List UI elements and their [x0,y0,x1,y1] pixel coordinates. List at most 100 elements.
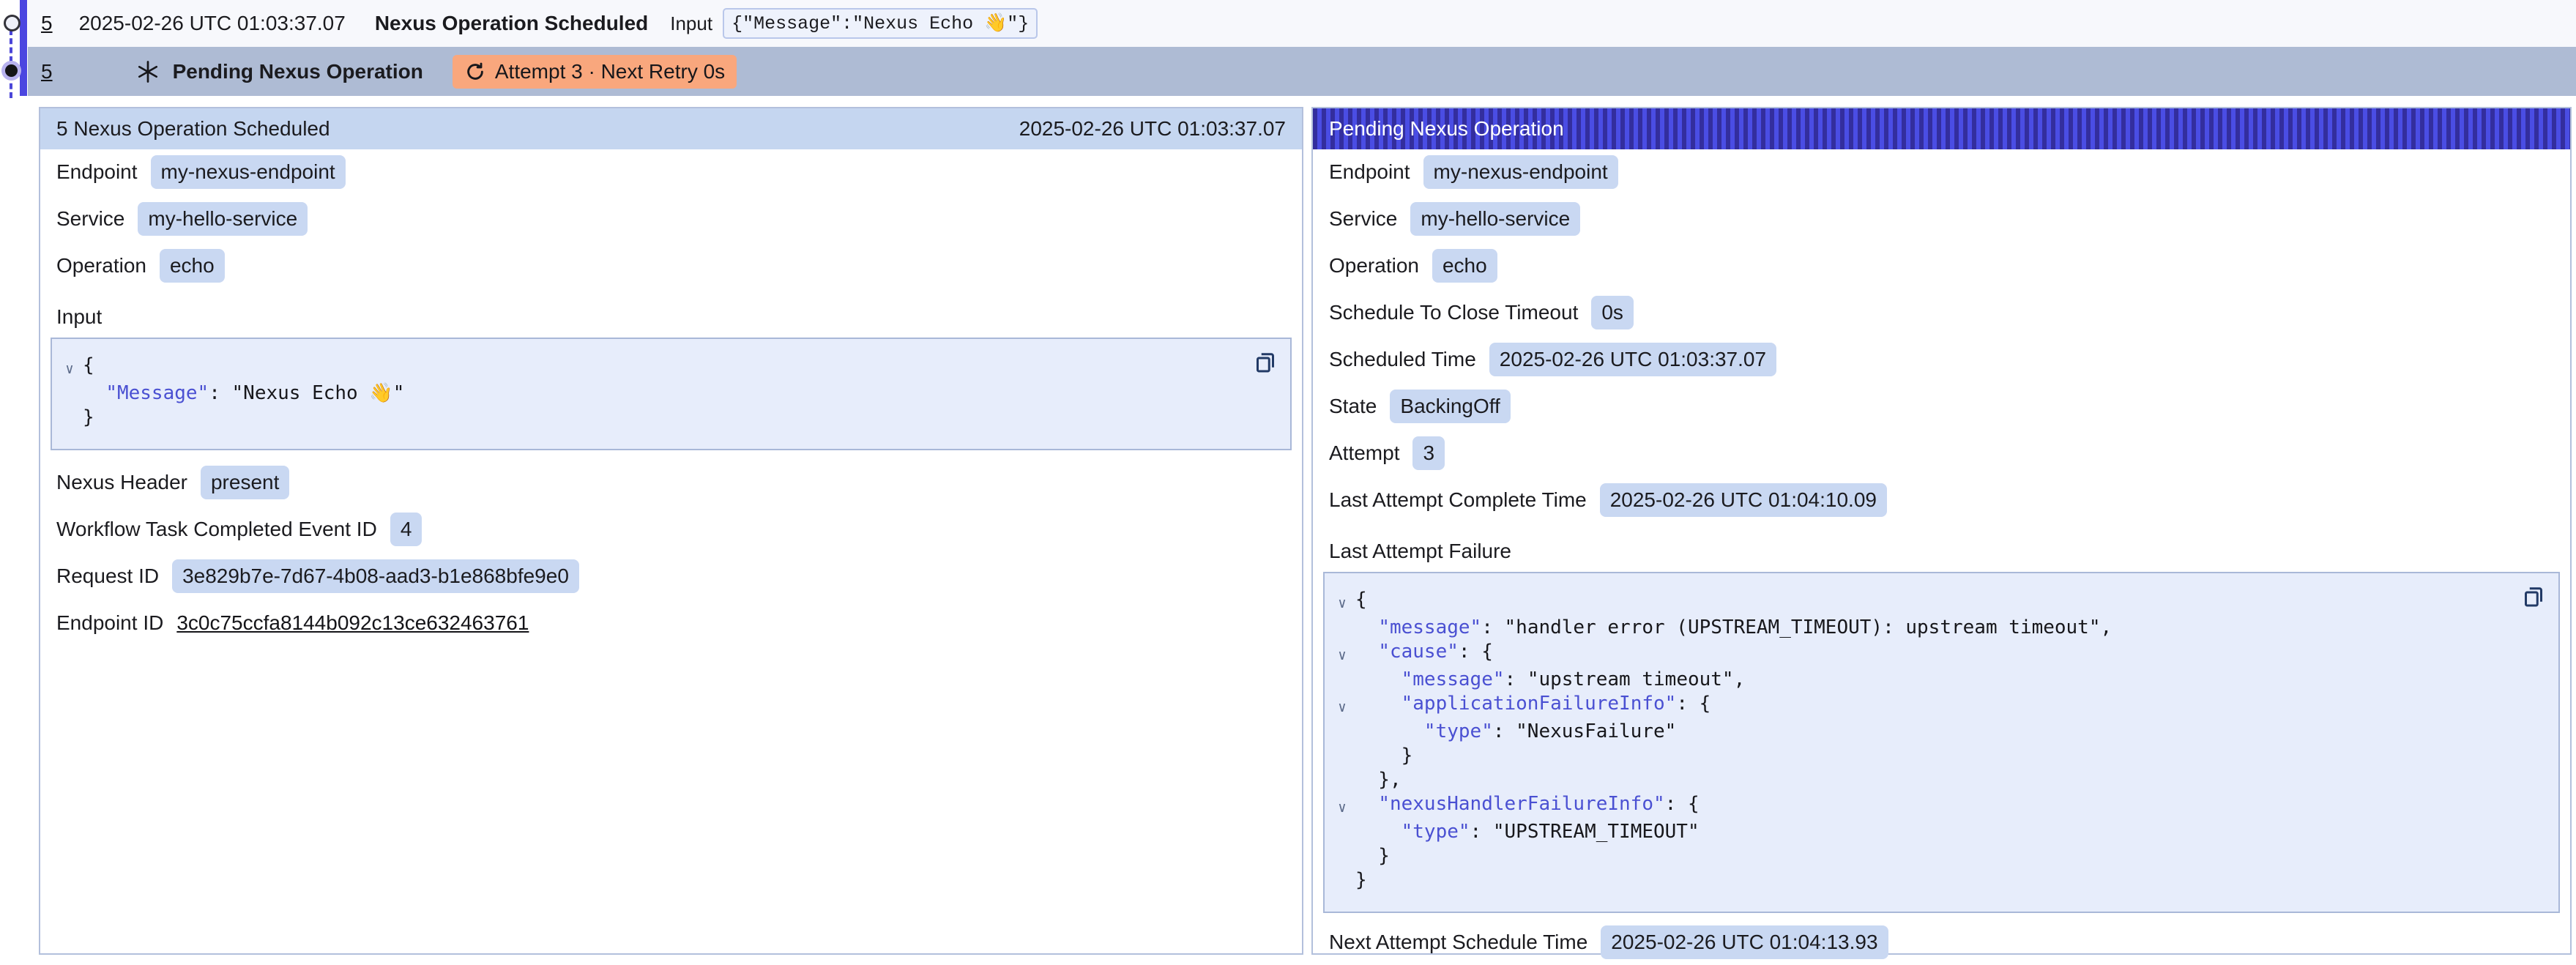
field-row: Service my-hello-service [51,201,1292,236]
pending-asterisk-icon [135,59,161,85]
json-line: } [1329,844,2544,868]
next-attempt-value-badge: 2025-02-26 UTC 01:04:13.93 [1601,925,1888,959]
collapse-chevron-icon[interactable]: ∨ [1329,640,1355,668]
json-key: "applicationFailureInfo" [1401,692,1677,720]
field-value-badge: 2025-02-26 UTC 01:03:37.07 [1489,343,1776,376]
json-key: "message" [1401,668,1505,692]
event-input-chip: {"Message":"Nexus Echo 👋"} [723,8,1038,39]
event-row-pending[interactable]: 5 Pending Nexus Operation Attempt 3 · Ne… [28,47,2576,96]
field-row: Attempt 3 [1323,436,2560,471]
json-line: ∨ "nexusHandlerFailureInfo" : { [1329,792,2544,820]
json-line: ∨ "applicationFailureInfo" : { [1329,692,2544,720]
field-label: Attempt [1329,441,1399,465]
pending-operation-panel: Pending Nexus Operation Endpoint my-nexu… [1311,107,2572,955]
failure-section-label-row: Last Attempt Failure [1323,537,2560,566]
endpoint-id-link[interactable]: 3c0c75ccfa8144b092c13ce632463761 [176,611,529,635]
field-label: Scheduled Time [1329,348,1476,371]
json-value: : { [1665,792,1700,820]
scheduled-panel-header: 5 Nexus Operation Scheduled 2025-02-26 U… [40,108,1302,149]
timeline-node-current-icon [5,64,18,77]
field-row: Workflow Task Completed Event ID 4 [51,512,1292,547]
json-key: "nexusHandlerFailureInfo" [1378,792,1664,820]
next-attempt-label: Next Attempt Schedule Time [1329,931,1587,954]
event-id-link[interactable]: 5 [41,60,53,83]
json-line: }, [1329,768,2544,792]
json-line: } [56,406,1276,430]
field-value-badge: 3e829b7e-7d67-4b08-aad3-b1e868bfe9e0 [172,559,579,593]
collapse-chevron-icon[interactable]: ∨ [56,354,83,381]
field-row: Nexus Header present [51,465,1292,500]
field-value-badge: echo [160,249,225,283]
json-line: ∨ { [1329,588,2544,616]
field-label: Endpoint [1329,160,1410,184]
collapse-chevron-icon[interactable] [1329,744,1355,768]
field-row: Operation echo [1323,248,2560,283]
field-value-badge: 2025-02-26 UTC 01:04:10.09 [1600,483,1887,517]
field-label: Nexus Header [56,471,187,494]
collapse-chevron-icon[interactable] [1329,868,1355,893]
field-value-badge: echo [1432,249,1497,283]
collapse-chevron-icon[interactable] [1329,616,1355,640]
json-line: ∨ "cause" : { [1329,640,2544,668]
collapse-chevron-icon[interactable] [56,381,83,406]
json-line: "Message" : "Nexus Echo 👋" [56,381,1276,406]
field-value-badge: 3 [1412,436,1445,470]
input-section-label-row: Input [51,302,1292,332]
json-line: ∨ { [56,354,1276,381]
field-row: Service my-hello-service [1323,201,2560,236]
json-key: "message" [1378,616,1481,640]
collapse-chevron-icon[interactable] [56,406,83,430]
field-label: Operation [1329,254,1419,277]
json-value: : "Nexus Echo 👋" [209,381,404,406]
collapse-chevron-icon[interactable] [1329,720,1355,744]
collapse-chevron-icon[interactable] [1329,844,1355,868]
event-row-scheduled[interactable]: 5 2025-02-26 UTC 01:03:37.07 Nexus Opera… [28,0,2576,47]
event-timestamp: 2025-02-26 UTC 01:03:37.07 [79,12,346,35]
field-label: Service [1329,207,1397,231]
json-key: "Message" [105,381,209,406]
retry-status-badge: Attempt 3 · Next Retry 0s [453,55,737,89]
collapse-chevron-icon[interactable]: ∨ [1329,692,1355,720]
collapse-chevron-icon[interactable] [1329,668,1355,692]
event-title: Nexus Operation Scheduled [375,12,648,35]
field-value-badge: my-hello-service [138,202,308,236]
pending-title: Pending Nexus Operation [173,60,423,83]
json-line: "message" : "upstream timeout", [1329,668,2544,692]
copy-icon[interactable] [1252,349,1278,376]
next-attempt-row: Next Attempt Schedule Time 2025-02-26 UT… [1323,925,2560,960]
json-key: "type" [1401,820,1470,844]
collapse-chevron-icon[interactable] [1329,768,1355,792]
event-input-label: Input [670,12,712,35]
json-line: "type" : "NexusFailure" [1329,720,2544,744]
endpoint-id-row: Endpoint ID 3c0c75ccfa8144b092c13ce63246… [51,606,1292,641]
scheduled-panel-time: 2025-02-26 UTC 01:03:37.07 [1019,117,1286,141]
json-key: "cause" [1378,640,1459,668]
failure-json-viewer: ∨ { "message" : "handler error (UPSTREAM… [1323,572,2560,913]
field-label: Service [56,207,124,231]
field-label: Workflow Task Completed Event ID [56,518,377,541]
scheduled-event-panel: 5 Nexus Operation Scheduled 2025-02-26 U… [39,107,1303,955]
endpoint-id-label: Endpoint ID [56,611,163,635]
scheduled-panel-title: 5 Nexus Operation Scheduled [56,117,330,141]
pending-panel-header: Pending Nexus Operation [1313,108,2570,149]
field-value-badge: 4 [390,513,422,546]
field-label: Operation [56,254,146,277]
selected-group-accent-bar [20,0,27,96]
retry-badge-label: Attempt 3 · Next Retry 0s [495,60,725,83]
collapse-chevron-icon[interactable]: ∨ [1329,588,1355,616]
collapse-chevron-icon[interactable] [1329,820,1355,844]
failure-section-label: Last Attempt Failure [1329,540,1511,563]
pending-panel-title: Pending Nexus Operation [1329,117,1564,141]
field-value-badge: present [201,466,289,499]
json-value: : "NexusFailure" [1493,720,1676,744]
field-value-badge: 0s [1591,296,1634,329]
json-line: } [1329,868,2544,893]
copy-icon[interactable] [2520,584,2547,610]
event-id-link[interactable]: 5 [41,12,53,35]
json-value: : { [1459,640,1493,668]
collapse-chevron-icon[interactable]: ∨ [1329,792,1355,820]
field-value-badge: my-hello-service [1410,202,1580,236]
json-value: : "upstream timeout", [1505,668,1746,692]
field-value-badge: BackingOff [1390,390,1510,423]
field-label: Endpoint [56,160,138,184]
